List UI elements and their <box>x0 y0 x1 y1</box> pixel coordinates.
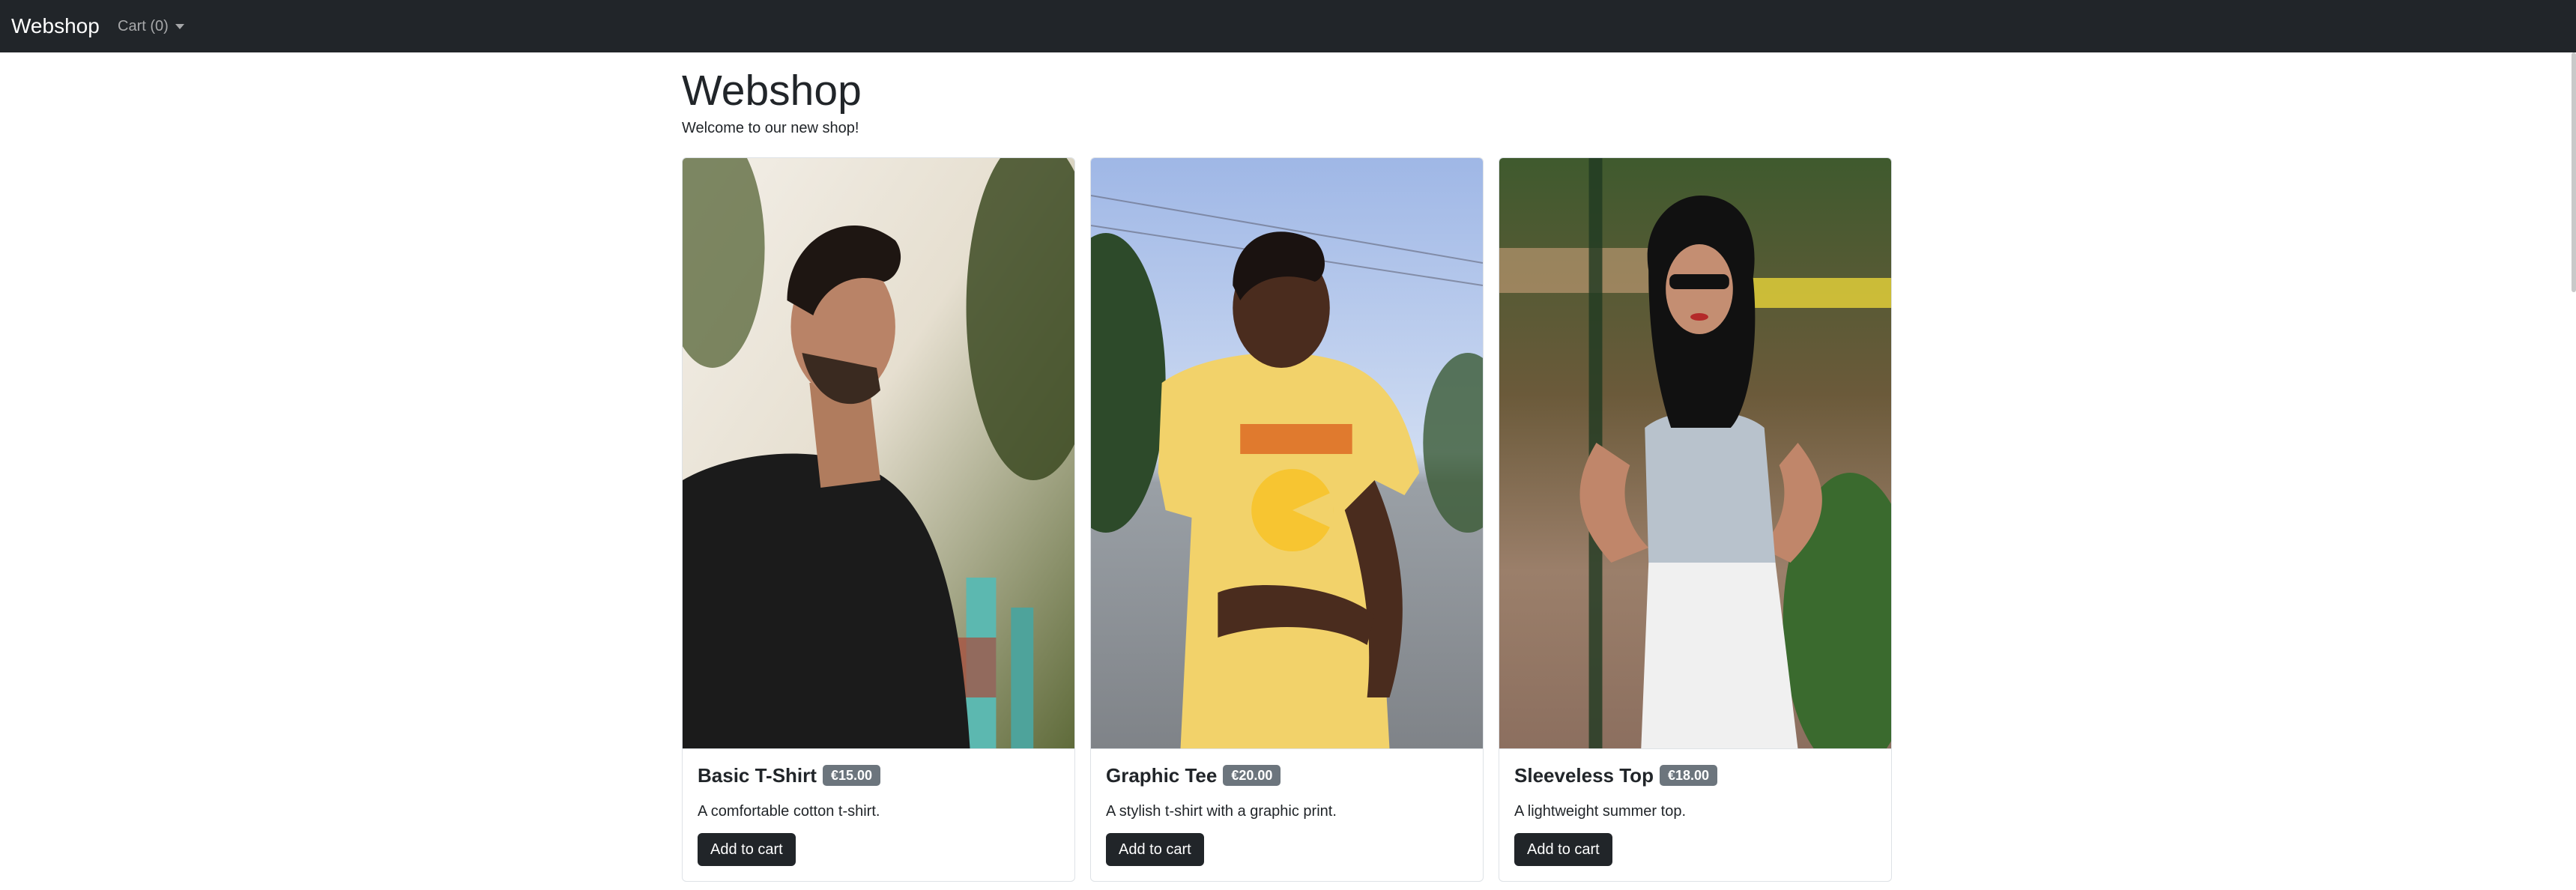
cart-dropdown-toggle[interactable]: Cart (0) <box>118 0 184 52</box>
caret-down-icon <box>175 23 184 29</box>
card-title-row: Sleeveless Top €18.00 <box>1514 763 1876 788</box>
add-to-cart-button[interactable]: Add to cart <box>1514 833 1612 866</box>
product-name: Graphic Tee <box>1106 763 1218 787</box>
card-body: Sleeveless Top €18.00 A lightweight summ… <box>1499 749 1891 880</box>
product-image <box>1091 158 1483 749</box>
card-title-row: Graphic Tee €20.00 <box>1106 763 1468 788</box>
product-description: A comfortable cotton t-shirt. <box>698 803 880 820</box>
add-to-cart-button[interactable]: Add to cart <box>698 833 796 866</box>
product-image <box>1499 158 1891 749</box>
price-badge: €15.00 <box>822 765 880 786</box>
product-grid: Basic T-Shirt €15.00 A comfortable cotto… <box>682 157 1896 882</box>
price-badge: €20.00 <box>1223 765 1281 786</box>
page-title: Webshop <box>682 67 862 115</box>
card-body: Graphic Tee €20.00 A stylish t-shirt wit… <box>1091 749 1483 880</box>
cart-label: Cart (0) <box>118 18 169 34</box>
product-description: A lightweight summer top. <box>1514 803 1686 820</box>
product-description: A stylish t-shirt with a graphic print. <box>1106 803 1337 820</box>
product-image <box>683 158 1074 749</box>
card-title-row: Basic T-Shirt €15.00 <box>698 763 1059 788</box>
add-to-cart-button[interactable]: Add to cart <box>1106 833 1204 866</box>
product-card: Graphic Tee €20.00 A stylish t-shirt wit… <box>1090 157 1484 882</box>
brand-link[interactable]: Webshop <box>11 0 100 52</box>
navbar: Webshop Cart (0) <box>0 0 2576 52</box>
card-body: Basic T-Shirt €15.00 A comfortable cotto… <box>683 749 1074 880</box>
price-badge: €18.00 <box>1659 765 1718 786</box>
product-card: Basic T-Shirt €15.00 A comfortable cotto… <box>682 157 1075 882</box>
page-scrollbar[interactable] <box>2572 52 2576 292</box>
product-name: Sleeveless Top <box>1514 763 1654 787</box>
product-name: Basic T-Shirt <box>698 763 817 787</box>
product-card: Sleeveless Top €18.00 A lightweight summ… <box>1499 157 1892 882</box>
page-lead: Welcome to our new shop! <box>682 120 859 136</box>
